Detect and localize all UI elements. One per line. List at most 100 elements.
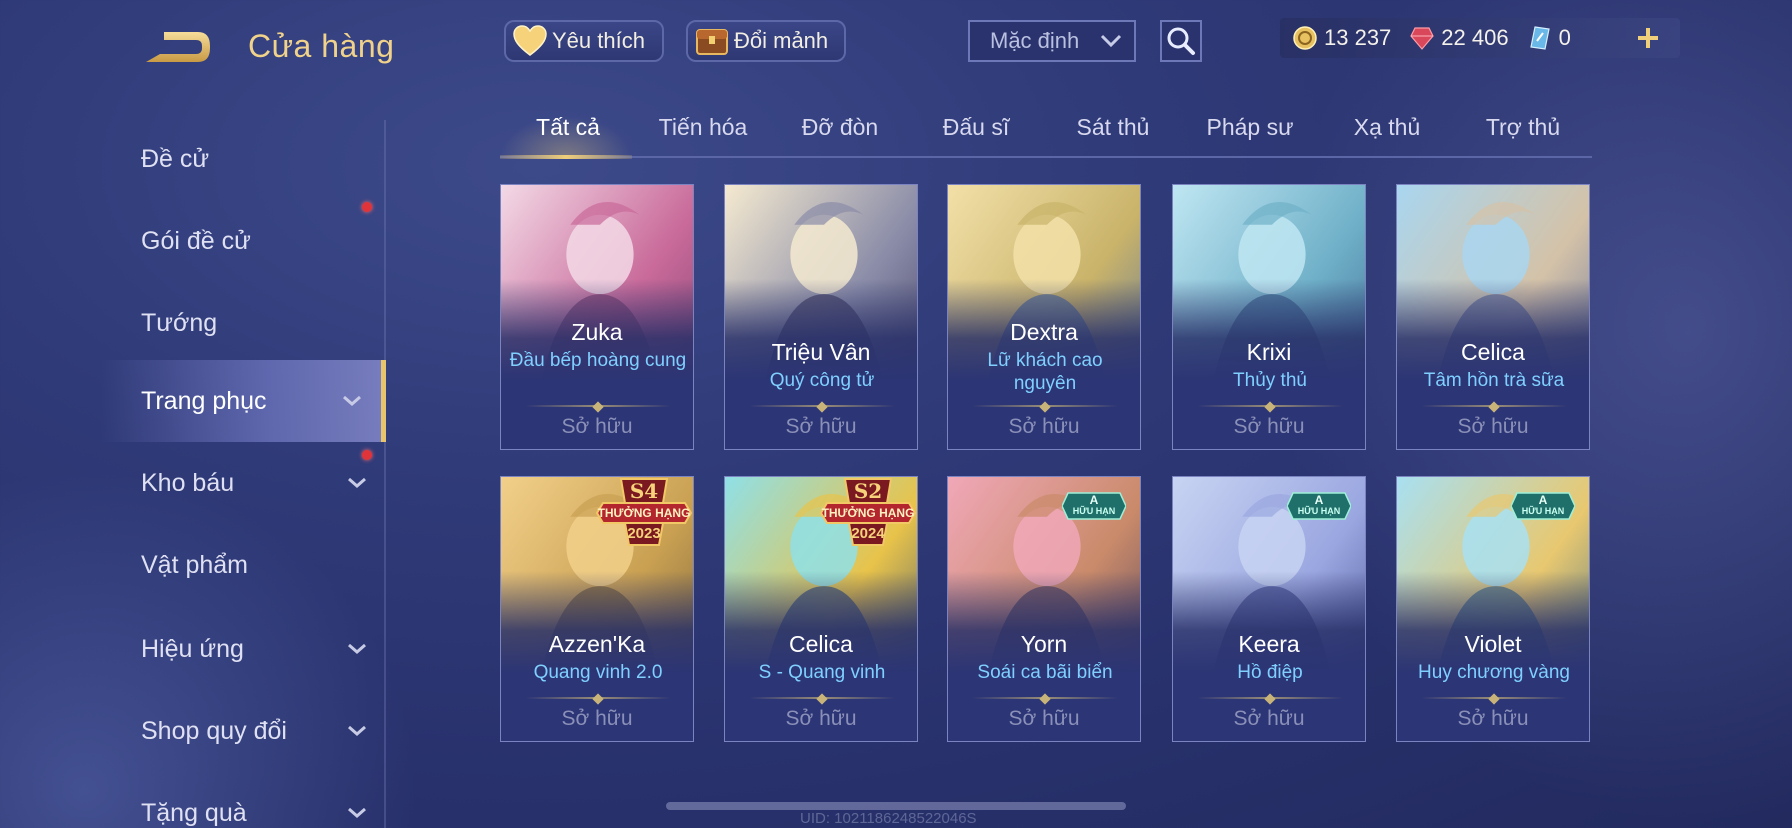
chevron-down-icon bbox=[1100, 28, 1122, 54]
ownership-status: Sở hữu bbox=[1233, 415, 1305, 438]
tab-all[interactable]: Tất cả bbox=[500, 114, 636, 141]
sidebar-item-label: Gói đề cử bbox=[141, 226, 251, 255]
gold-coin-icon bbox=[1292, 25, 1318, 51]
exchange-label: Đổi mảnh bbox=[734, 28, 829, 53]
skin-card[interactable]: Krixi Thủy thủ Sở hữu bbox=[1172, 184, 1366, 450]
add-currency-button[interactable] bbox=[1632, 22, 1664, 54]
chevron-down-icon bbox=[346, 720, 368, 742]
chest-icon bbox=[694, 24, 730, 58]
sidebar-item-items[interactable]: Vật phẩm bbox=[100, 524, 386, 606]
sidebar-item-label: Kho báu bbox=[141, 468, 235, 497]
sidebar-item-label: Shop quy đổi bbox=[141, 716, 287, 745]
hero-name: Triệu Vân bbox=[771, 339, 871, 365]
ownership-status: Sở hữu bbox=[785, 415, 857, 438]
ownership-status: Sở hữu bbox=[1233, 707, 1305, 730]
tab-evolution[interactable]: Tiến hóa bbox=[635, 114, 771, 141]
hero-name: Celica bbox=[789, 631, 853, 657]
hero-name: Azzen'Ka bbox=[548, 631, 646, 657]
chevron-down-icon bbox=[341, 390, 363, 412]
back-button[interactable] bbox=[142, 24, 214, 70]
tab-fighter[interactable]: Đấu sĩ bbox=[908, 114, 1044, 141]
sidebar-item-effects[interactable]: Hiệu ứng bbox=[100, 608, 386, 690]
currency-bar: 13 237 22 406 0 bbox=[1280, 18, 1680, 58]
sidebar-item-treasure[interactable]: Kho báu bbox=[100, 442, 386, 524]
tab-active-underline bbox=[500, 155, 632, 159]
page-title: Cửa hàng bbox=[248, 28, 395, 64]
ownership-status: Sở hữu bbox=[1008, 415, 1080, 438]
skin-card[interactable]: Yorn Soái ca bãi biển Sở hữu A HỮU HẠN bbox=[947, 476, 1141, 742]
user-id: UID: 1021186248522046S bbox=[800, 810, 977, 827]
badge-text: THƯỞNG HẠNG bbox=[821, 506, 915, 520]
sidebar-item-label: Hiệu ứng bbox=[141, 634, 244, 663]
voucher-amount: 0 bbox=[1558, 25, 1571, 50]
skin-card[interactable]: Azzen'Ka Quang vinh 2.0 Sở hữu S4 THƯỞNG HẠN… bbox=[500, 476, 694, 742]
sidebar-item-exchange-shop[interactable]: Shop quy đổi bbox=[100, 690, 386, 772]
badge-year: 2023 bbox=[627, 525, 661, 542]
badge-text: HỮU HẠN bbox=[1297, 506, 1341, 516]
skin-card[interactable]: Celica Tâm hồn trà sữa Sở hữu bbox=[1396, 184, 1590, 450]
skin-card[interactable]: Celica S - Quang vinh Sở hữu S2 THƯỞNG HẠNG 2… bbox=[724, 476, 918, 742]
skin-card[interactable]: Dextra Lữ khách cao nguyên Sở hữu bbox=[947, 184, 1141, 450]
tab-assassin[interactable]: Sát thủ bbox=[1045, 114, 1181, 141]
sidebar-item-label: Vật phẩm bbox=[141, 550, 249, 579]
ownership-status: Sở hữu bbox=[1457, 707, 1529, 730]
plus-icon bbox=[1638, 28, 1658, 48]
search-icon bbox=[1167, 27, 1195, 55]
skin-card[interactable]: Keera Hồ điệp Sở hữu A HỮU HẠN bbox=[1172, 476, 1366, 742]
back-arrow-icon bbox=[146, 32, 210, 62]
badge-year: 2024 bbox=[851, 525, 885, 542]
skin-name: Đầu bếp hoàng cung bbox=[509, 350, 687, 371]
badge-grade: A bbox=[1314, 493, 1324, 507]
limited-badge: A HỮU HẠN bbox=[1286, 491, 1352, 521]
sidebar: Đề cử Gói đề cử Tướng Trang phục Kho báu… bbox=[0, 118, 388, 828]
notification-dot bbox=[362, 202, 372, 212]
tab-support[interactable]: Trợ thủ bbox=[1455, 114, 1591, 141]
sidebar-item-recommended-packs[interactable]: Gói đề cử bbox=[100, 200, 386, 282]
badge-text: THƯỞNG HẠNG bbox=[597, 506, 691, 520]
ruby-amount: 22 406 bbox=[1441, 25, 1509, 50]
favorite-button[interactable]: Yêu thích bbox=[504, 20, 664, 62]
horizontal-scrollbar[interactable] bbox=[666, 802, 1126, 810]
season-rank-badge: S4 THƯỞNG HẠNG 2023 bbox=[593, 477, 693, 549]
sort-value: Mặc định bbox=[990, 28, 1080, 53]
season-rank-badge: S2 THƯỞNG HẠNG 2024 bbox=[817, 477, 917, 549]
favorite-label: Yêu thích bbox=[552, 28, 645, 53]
sidebar-item-skins[interactable]: Trang phục bbox=[100, 360, 386, 442]
category-tabs: Tất cả Tiến hóa Đỡ đòn Đấu sĩ Sát thủ Ph… bbox=[500, 104, 1592, 159]
sort-dropdown[interactable]: Mặc định bbox=[968, 20, 1136, 62]
sidebar-item-gifts[interactable]: Tặng quà bbox=[100, 772, 386, 828]
badge-grade: A bbox=[1538, 493, 1548, 507]
skin-name: Thủy thủ bbox=[1233, 370, 1307, 391]
sidebar-item-label: Tặng quà bbox=[141, 798, 247, 827]
badge-text: HỮU HẠN bbox=[1521, 506, 1565, 516]
skin-card[interactable]: Zuka Đầu bếp hoàng cung Sở hữu bbox=[500, 184, 694, 450]
sidebar-item-heroes[interactable]: Tướng bbox=[100, 282, 386, 364]
skin-card[interactable]: Triệu Vân Quý công tử Sở hữu bbox=[724, 184, 918, 450]
voucher-icon bbox=[1527, 25, 1553, 51]
ownership-status: Sở hữu bbox=[561, 415, 633, 438]
skin-name: Hồ điệp bbox=[1237, 662, 1303, 683]
hero-name: Krixi bbox=[1246, 339, 1292, 365]
sidebar-item-recommended[interactable]: Đề cử bbox=[100, 118, 386, 200]
badge-grade: A bbox=[1089, 493, 1099, 507]
skin-card[interactable]: Violet Huy chương vàng Sở hữu A HỮU HẠN bbox=[1396, 476, 1590, 742]
skin-name: Soái ca bãi biển bbox=[977, 662, 1113, 683]
chevron-down-icon bbox=[346, 472, 368, 494]
tab-marksman[interactable]: Xạ thủ bbox=[1319, 114, 1455, 141]
tab-tank[interactable]: Đỡ đòn bbox=[772, 114, 908, 141]
skin-name: Huy chương vàng bbox=[1418, 662, 1570, 683]
currency-gold: 13 237 bbox=[1292, 25, 1391, 51]
ownership-status: Sở hữu bbox=[1008, 707, 1080, 730]
chevron-down-icon bbox=[346, 802, 368, 824]
ownership-status: Sở hữu bbox=[785, 707, 857, 730]
skin-name: Quý công tử bbox=[769, 370, 875, 391]
badge-season: S4 bbox=[629, 479, 659, 503]
sidebar-item-label: Đề cử bbox=[141, 144, 210, 173]
skin-name: Tâm hồn trà sữa bbox=[1423, 370, 1565, 391]
limited-badge: A HỮU HẠN bbox=[1510, 491, 1576, 521]
heart-icon bbox=[512, 24, 548, 58]
hero-name: Yorn bbox=[1020, 631, 1068, 657]
exchange-fragments-button[interactable]: Đổi mảnh bbox=[686, 20, 846, 62]
search-button[interactable] bbox=[1160, 20, 1202, 62]
tab-mage[interactable]: Pháp sư bbox=[1182, 114, 1318, 141]
